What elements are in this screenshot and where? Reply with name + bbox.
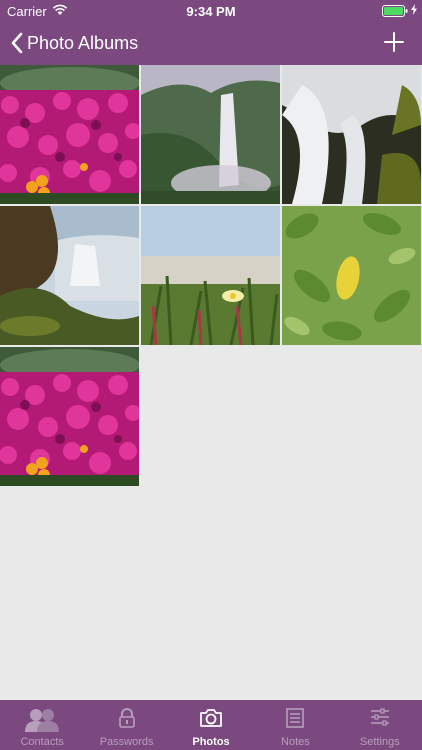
charging-icon <box>411 3 417 18</box>
back-label: Photo Albums <box>27 32 139 53</box>
settings-icon <box>370 708 390 731</box>
navigation-bar: Carrier 9:34 PM Photo Albums <box>0 0 422 65</box>
tab-bar: Contacts Passwords Photos Notes Settings <box>0 700 422 750</box>
plus-icon <box>384 32 404 52</box>
photo-thumbnail-waterfall[interactable] <box>141 65 280 204</box>
tab-label-notes: Notes <box>281 736 310 748</box>
battery-icon <box>382 5 408 17</box>
lock-icon <box>118 708 135 733</box>
back-button[interactable]: Photo Albums <box>11 31 138 55</box>
add-photo-button[interactable] <box>384 32 404 52</box>
tab-contacts[interactable]: Contacts <box>0 700 84 750</box>
status-time: 9:34 PM <box>186 4 236 19</box>
tab-photos[interactable]: Photos <box>169 700 253 750</box>
photo-thumbnail-pink-flowers[interactable] <box>0 347 139 486</box>
status-bar: Carrier 9:34 PM <box>0 0 422 22</box>
camera-icon <box>199 708 223 733</box>
tab-label-contacts: Contacts <box>20 736 64 748</box>
tab-passwords[interactable]: Passwords <box>84 700 168 750</box>
photo-thumbnail-lemon-leaves[interactable] <box>282 206 421 345</box>
photo-thumbnail-waterfall-closeup[interactable] <box>282 65 421 204</box>
tab-label-passwords: Passwords <box>99 736 154 748</box>
tab-label-photos: Photos <box>192 736 230 748</box>
photo-thumbnail-dune-grass[interactable] <box>141 206 280 345</box>
photo-thumbnail-pink-flowers[interactable] <box>0 65 139 204</box>
tab-settings[interactable]: Settings <box>338 700 422 750</box>
chevron-left-icon <box>11 32 23 54</box>
contacts-icon <box>25 708 60 737</box>
photo-thumbnail-waterfall-coast[interactable] <box>0 206 139 345</box>
tab-label-settings: Settings <box>359 736 400 748</box>
tab-notes[interactable]: Notes <box>253 700 337 750</box>
notes-icon <box>286 708 305 733</box>
